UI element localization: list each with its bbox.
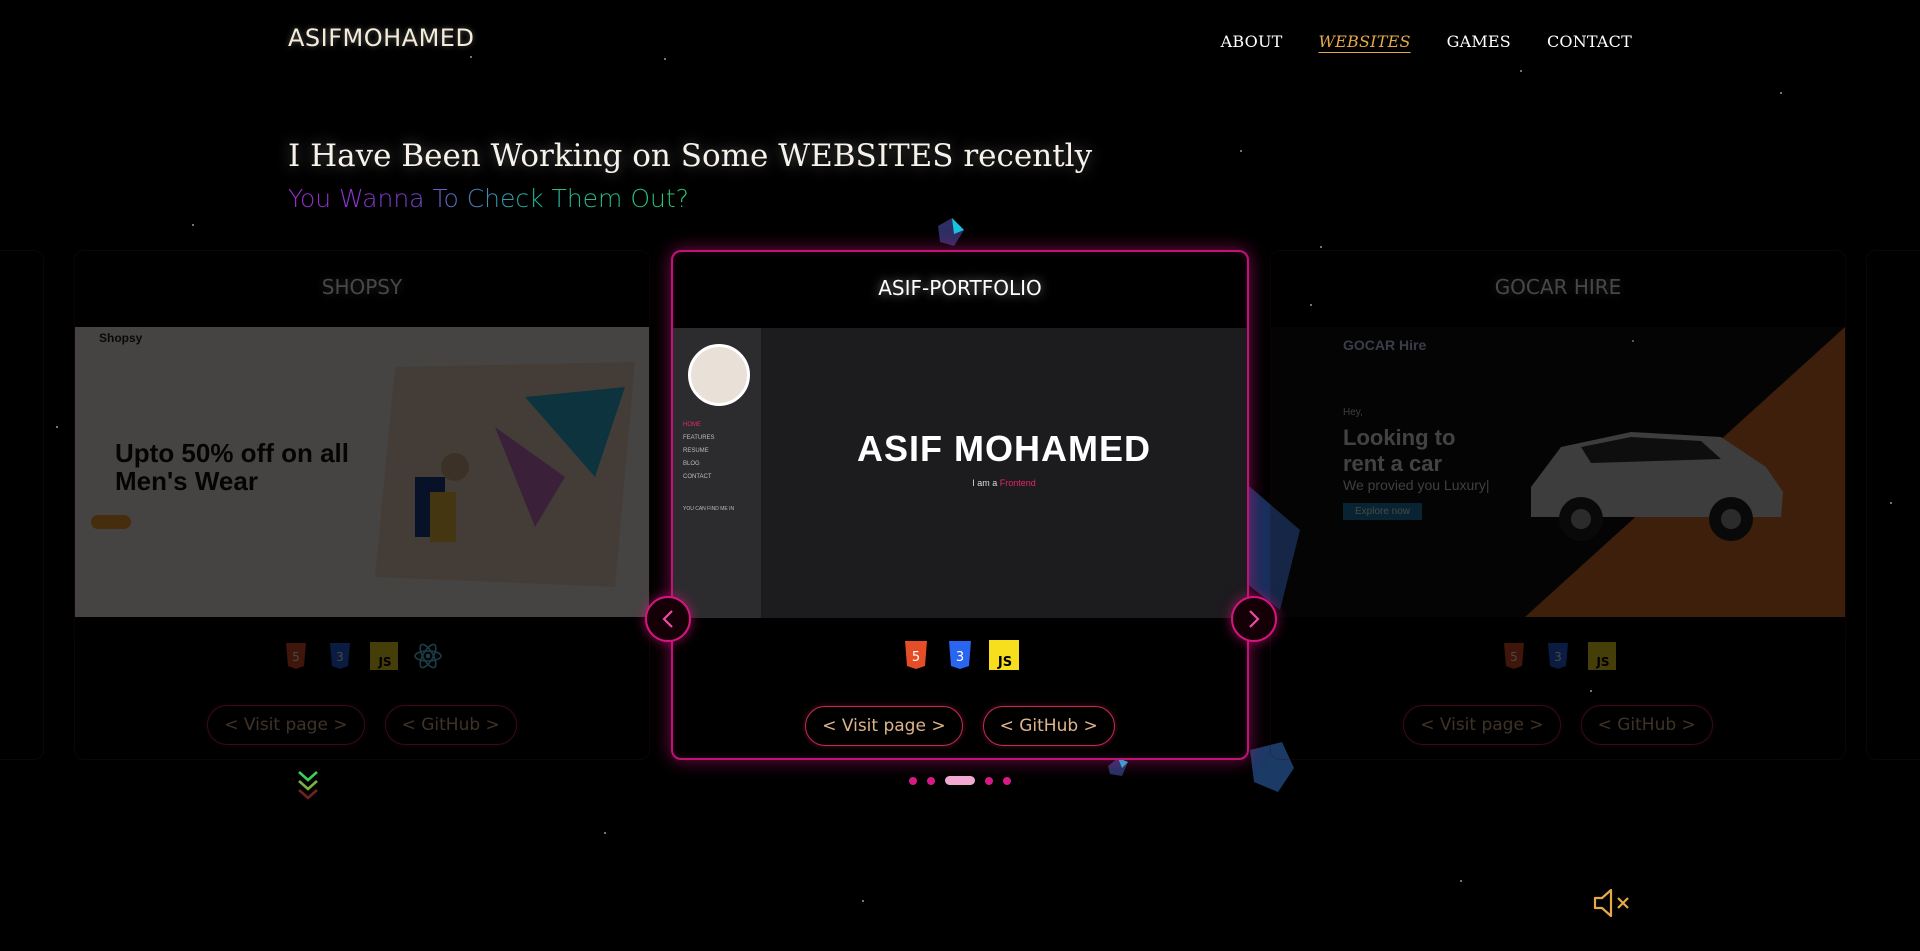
avatar (688, 344, 750, 406)
project-screenshot: Shopsy Upto 50% off on all Men's Wear (75, 327, 649, 617)
project-actions: < Visit page > < GitHub > (673, 706, 1247, 746)
github-button[interactable]: < GitHub > (384, 705, 517, 745)
portfolio-find-me: YOU CAN FIND ME IN (683, 506, 735, 512)
pagination-dot[interactable] (927, 776, 935, 785)
svg-text:JS: JS (377, 655, 391, 669)
pagination-dot[interactable] (985, 776, 993, 785)
svg-text:3: 3 (1554, 650, 1562, 664)
nav-websites[interactable]: WEBSITES (1319, 32, 1411, 51)
gocar-brand: GOCAR Hire (1343, 337, 1427, 353)
project-actions: < Visit page > < GitHub > (75, 705, 649, 745)
project-screenshot: HOME FEATURES RESUME BLOG CONTACT YOU CA… (673, 328, 1247, 618)
svg-text:JS: JS (1595, 655, 1609, 669)
svg-text:5: 5 (292, 650, 300, 664)
carousel-pagination (0, 776, 1920, 785)
css3-icon: 3 (325, 639, 355, 673)
portfolio-menu-item: CONTACT (683, 474, 712, 480)
css3-icon: 3 (1543, 639, 1573, 673)
volume-mute-icon (1593, 888, 1629, 918)
chevron-right-icon (1249, 610, 1260, 628)
project-card-partial-left (0, 250, 44, 760)
visit-page-button[interactable]: < Visit page > (207, 705, 365, 745)
portfolio-menu-item: RESUME (683, 448, 709, 454)
portfolio-menu-item: HOME (683, 422, 701, 428)
project-screenshot: GOCAR Hire Hey, Looking to rent a car We… (1271, 327, 1845, 617)
project-card-partial-right (1866, 250, 1920, 760)
gocar-explore-button: Explore now (1343, 503, 1423, 520)
html5-icon: 5 (1499, 639, 1529, 673)
carousel-prev-button[interactable] (645, 596, 691, 642)
tech-stack: 5 3 JS (673, 638, 1247, 672)
gocar-tagline: We provied you Luxury| (1343, 477, 1490, 493)
portfolio-name: ASIF MOHAMED (857, 428, 1151, 469)
main-nav: ABOUT WEBSITES GAMES CONTACT (1221, 32, 1632, 51)
js-icon: JS (989, 638, 1019, 672)
react-icon (413, 639, 443, 673)
pagination-dot[interactable] (1003, 776, 1011, 785)
pagination-dot[interactable] (909, 776, 917, 785)
portfolio-role: I am a Frontend (972, 478, 1036, 488)
project-card-asif-portfolio[interactable]: ASIF-PORTFOLIO HOME FEATURES RESUME BLOG… (671, 250, 1249, 760)
nav-games[interactable]: GAMES (1447, 32, 1511, 51)
svg-text:5: 5 (1510, 650, 1518, 664)
site-logo[interactable]: ASIFMOHAMED (288, 24, 474, 52)
project-actions: < Visit page > < GitHub > (1271, 705, 1845, 745)
nav-about[interactable]: ABOUT (1221, 32, 1283, 51)
mute-button[interactable] (1592, 886, 1632, 924)
project-title: SHOPSY (321, 275, 403, 299)
project-title: ASIF-PORTFOLIO (878, 276, 1042, 300)
svg-text:JS: JS (997, 655, 1012, 670)
tech-stack: 5 3 JS (1271, 639, 1845, 673)
project-card-gocar-hire[interactable]: GOCAR HIRE GOCAR Hire Hey, Looking to re… (1270, 250, 1846, 760)
gocar-greeting: Hey, (1343, 407, 1363, 418)
css3-icon: 3 (945, 638, 975, 672)
shopsy-cta (91, 515, 131, 529)
chevron-left-icon (662, 610, 673, 628)
portfolio-sidebar: HOME FEATURES RESUME BLOG CONTACT YOU CA… (673, 328, 761, 618)
project-card-shopsy[interactable]: SHOPSY Shopsy Upto 50% off on all Men's … (74, 250, 650, 760)
page-headline: I Have Been Working on Some WEBSITES rec… (288, 138, 1093, 174)
visit-page-button[interactable]: < Visit page > (1403, 705, 1561, 745)
svg-text:3: 3 (336, 650, 344, 664)
project-title: GOCAR HIRE (1494, 275, 1622, 299)
shopsy-hero-art (375, 362, 635, 587)
crystal-decoration (938, 218, 964, 246)
js-icon: JS (1587, 639, 1617, 673)
tech-stack: 5 3 JS (75, 639, 649, 673)
carousel-next-button[interactable] (1231, 596, 1277, 642)
js-icon: JS (369, 639, 399, 673)
github-button[interactable]: < GitHub > (1580, 705, 1713, 745)
html5-icon: 5 (901, 638, 931, 672)
portfolio-menu-item: BLOG (683, 461, 700, 467)
github-button[interactable]: < GitHub > (982, 706, 1115, 746)
nav-contact[interactable]: CONTACT (1547, 32, 1632, 51)
html5-icon: 5 (281, 639, 311, 673)
pagination-dot-active[interactable] (945, 776, 975, 785)
site-header: ASIFMOHAMED ABOUT WEBSITES GAMES CONTACT (0, 0, 1920, 90)
svg-text:5: 5 (912, 650, 920, 665)
page-subheadline: You Wanna To Check Them Out? (288, 184, 689, 213)
portfolio-menu-item: FEATURES (683, 435, 715, 441)
visit-page-button[interactable]: < Visit page > (805, 706, 963, 746)
scroll-down-icon[interactable] (296, 770, 320, 808)
shopsy-brand: Shopsy (99, 331, 143, 345)
svg-text:3: 3 (956, 650, 964, 665)
car-image (1531, 432, 1783, 541)
gocar-headline: Looking to rent a car (1343, 425, 1456, 476)
